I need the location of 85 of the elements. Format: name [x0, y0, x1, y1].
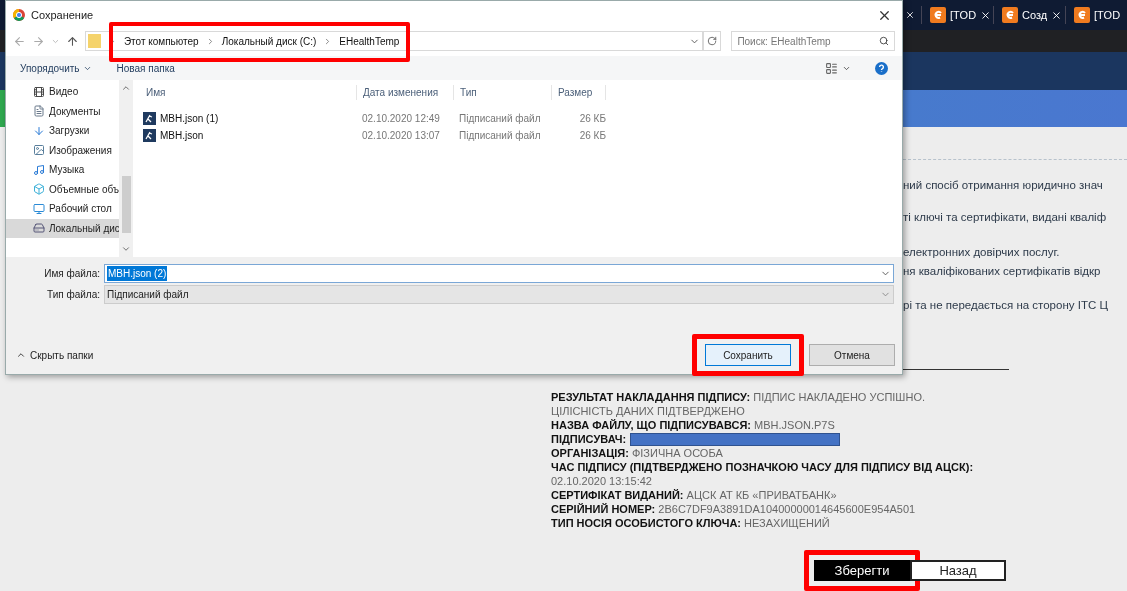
field-label: Имя файла:: [43, 267, 101, 281]
image-icon: [33, 144, 45, 157]
dialog-button[interactable]: Сохранить: [705, 344, 791, 366]
paragraph-text: ний спосіб отримання юридично знач: [903, 178, 1104, 193]
paragraph-text: ня кваліфікованих сертифікатів відкр: [903, 263, 1102, 279]
close-icon[interactable]: [905, 10, 915, 20]
column-header[interactable]: Имя: [141, 85, 356, 100]
film-icon: [33, 85, 45, 98]
file-icon: [143, 112, 156, 125]
browser-tab[interactable]: [TOD: [1065, 6, 1127, 24]
browser-tab[interactable]: [TOD: [921, 6, 987, 24]
refresh-button[interactable]: [703, 31, 722, 51]
table-cell-text: Підписаний файл: [458, 129, 542, 143]
scrollbar-thumb[interactable]: [121, 176, 131, 233]
paragraph-text: електронних довірчих послуг.: [903, 244, 1061, 260]
action-button[interactable]: Назад: [910, 560, 1006, 582]
file-type-select[interactable]: Підписаний файл: [104, 285, 894, 304]
view-icon[interactable]: [825, 61, 838, 75]
signature-detail: СЕРІЙНИЙ НОМЕР: 2B6C7DF9A3891DA10400000014645600E954A501: [551, 502, 917, 517]
scroll-up-icon[interactable]: [121, 83, 131, 93]
nav-item[interactable]: Загрузки: [6, 121, 119, 141]
file-row[interactable]: MBH.json (1) 02.10.2020 12:49 Підписаний файл 26 КБ: [141, 110, 902, 127]
nav-item[interactable]: Документы: [6, 101, 119, 121]
nav-item[interactable]: Видео: [6, 82, 119, 102]
window-title: Сохранение: [31, 7, 94, 23]
folder-icon: [87, 34, 101, 48]
file-name-field[interactable]: MBH.json (2): [104, 264, 894, 283]
column-header[interactable]: Тип: [453, 85, 551, 100]
cube-icon: [33, 183, 45, 196]
refresh-icon: [707, 36, 718, 46]
back-icon[interactable]: [13, 34, 26, 48]
monitor-icon: [33, 202, 45, 215]
signature-detail: ЧАС ПІДПИСУ (ПІДТВЕРДЖЕНО ПОЗНАЧКОЮ ЧАСУ ДЛЯ ПІДПИСУ ВІД АЦСК): 02.10.2020 13:15:42: [551, 460, 975, 489]
signature-detail: РЕЗУЛЬТАТ НАКЛАДАННЯ ПІДПИСУ: ПІДПИС НАКЛАДЕНО УСПІШНО. ЦІЛІСНІСТЬ ДАНИХ ПІДТВЕРДЖЕНО: [551, 390, 926, 419]
app-logo-icon: [1002, 7, 1018, 23]
chevron-up-icon: [16, 350, 26, 360]
action-button[interactable]: Зберегти: [814, 560, 910, 582]
file-name: MBH.json: [160, 129, 204, 143]
breadcrumb[interactable]: Этот компьютер: [123, 33, 199, 49]
nav-item[interactable]: Рабочий стол: [6, 199, 119, 219]
hide-folders-button[interactable]: Скрыть папки: [16, 347, 94, 363]
column-header[interactable]: Размер: [551, 85, 606, 100]
document-icon: [33, 105, 45, 118]
signature-detail: ТИП НОСІЯ ОСОБИСТОГО КЛЮЧА: НЕЗАХИЩЕНИЙ: [551, 516, 831, 531]
signature-detail: СЕРТИФІКАТ ВИДАНИЙ: АЦСК АТ КБ «ПРИВАТБАНК»: [551, 488, 838, 503]
field-label: ПІДПИСУВАЧ:: [551, 432, 627, 447]
field-label: Тип файла:: [46, 288, 101, 302]
column-header[interactable]: Дата изменения: [356, 85, 453, 100]
signature-detail: НАЗВА ФАЙЛУ, ЩО ПІДПИСУВАВСЯ: MBH.JSON.P7S: [551, 418, 836, 433]
browser-tab[interactable]: Созд: [993, 6, 1059, 24]
signature-detail: ОРГАНІЗАЦІЯ: ФІЗИЧНА ОСОБА: [551, 446, 724, 461]
search-icon: [879, 36, 889, 46]
dialog-button[interactable]: Отмена: [809, 344, 895, 366]
nav-item[interactable]: Объемные объ: [6, 179, 119, 199]
table-cell-text: 02.10.2020 12:49: [361, 112, 441, 126]
breadcrumb[interactable]: Локальный диск (C:): [221, 33, 317, 49]
nav-item[interactable]: Музыка: [6, 160, 119, 180]
file-name: MBH.json (1): [160, 112, 219, 126]
file-row[interactable]: MBH.json 02.10.2020 13:07 Підписаний файл 26 КБ: [141, 127, 902, 144]
up-icon[interactable]: [65, 34, 79, 48]
search-field[interactable]: Поиск: EHealthTemp: [731, 31, 895, 51]
close-icon[interactable]: [980, 9, 992, 21]
nav-item[interactable]: Изображения: [6, 140, 119, 160]
new-folder-button[interactable]: Новая папка: [116, 60, 175, 76]
address-field[interactable]: Этот компьютер Локальный диск (C:) EHealthTemp: [84, 31, 704, 51]
browser-logo-icon: [13, 9, 25, 21]
drive-icon: [33, 222, 45, 235]
nav-item[interactable]: Локальный дис: [6, 218, 119, 238]
app-logo-icon: [1074, 7, 1090, 23]
organize-menu[interactable]: Упорядочить: [20, 60, 92, 76]
breadcrumb[interactable]: EHealthTemp: [339, 33, 400, 49]
file-icon: [143, 129, 156, 142]
app-logo-icon: [930, 7, 946, 23]
paragraph-text: рі та не передається на сторону ІТС Ц: [903, 298, 1109, 313]
music-note-icon: [33, 163, 45, 176]
help-icon[interactable]: [875, 61, 888, 75]
paragraph-text: ті ключі та сертифікати, видані кваліф: [903, 210, 1108, 226]
forward-icon[interactable]: [31, 34, 45, 48]
table-cell-text: Підписаний файл: [458, 112, 542, 126]
scroll-down-icon[interactable]: [121, 244, 131, 254]
table-cell-text: 26 КБ: [578, 112, 606, 126]
close-icon[interactable]: [1051, 9, 1063, 21]
download-icon: [33, 124, 45, 137]
table-cell-text: 02.10.2020 13:07: [361, 129, 441, 143]
table-cell-text: 26 КБ: [578, 129, 606, 143]
